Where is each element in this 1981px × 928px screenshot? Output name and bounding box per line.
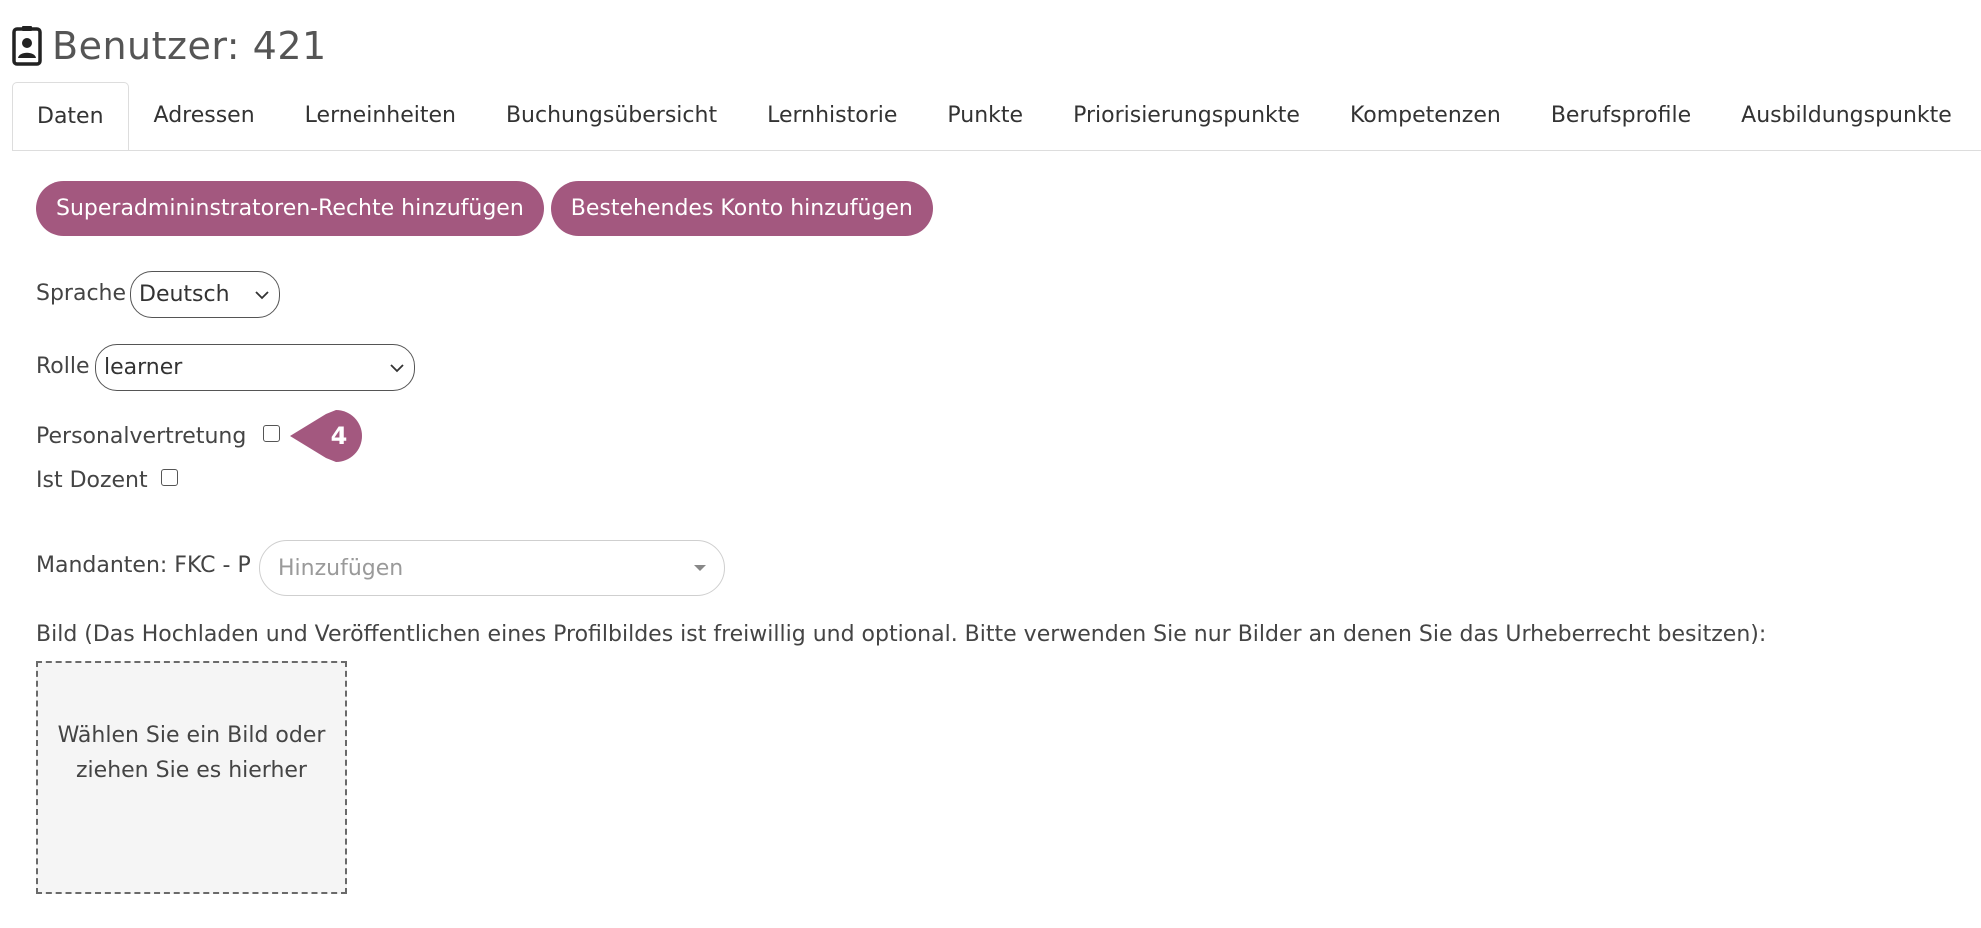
tab-bar: Daten Adressen Lerneinheiten Buchungsübe…: [12, 82, 1981, 151]
staff-representation-label: Personalvertretung: [36, 424, 247, 449]
page-header: Benutzer: 421: [12, 20, 327, 72]
tab-ausbildungspunkte[interactable]: Ausbildungspunkte: [1716, 82, 1977, 148]
role-label: Rolle: [36, 354, 90, 379]
page-title: Benutzer: 421: [52, 24, 327, 68]
tab-buchungsuebersicht[interactable]: Buchungsübersicht: [481, 82, 742, 148]
staff-representation-checkbox[interactable]: [263, 425, 280, 442]
contact-card-icon: [12, 26, 42, 66]
dropzone-text: Wählen Sie ein Bild oder ziehen Sie es h…: [57, 722, 326, 783]
add-superadmin-rights-button[interactable]: Superadmininstratoren-Rechte hinzufügen: [36, 181, 544, 236]
caret-down-icon: [694, 565, 706, 571]
tour-step-badge: 4: [290, 410, 362, 462]
role-select-value: learner: [104, 355, 183, 380]
user-edit-page: Benutzer: 421 Daten Adressen Lerneinheit…: [0, 0, 1981, 928]
clients-label: Mandanten: FKC - P: [36, 553, 251, 578]
tab-daten[interactable]: Daten: [12, 82, 129, 150]
language-label: Sprache: [36, 281, 127, 306]
tour-step-number: 4: [330, 422, 348, 450]
tab-lernhistorie[interactable]: Lernhistorie: [742, 82, 922, 148]
clients-multiselect-placeholder: Hinzufügen: [278, 555, 404, 581]
add-existing-account-button[interactable]: Bestehendes Konto hinzufügen: [550, 181, 933, 236]
lecturer-checkbox[interactable]: [161, 469, 178, 486]
role-select[interactable]: learner: [95, 344, 415, 391]
tab-adressen[interactable]: Adressen: [129, 82, 280, 148]
lecturer-label: Ist Dozent: [36, 468, 148, 493]
tab-priorisierungspunkte[interactable]: Priorisierungspunkte: [1048, 82, 1325, 148]
language-select[interactable]: Deutsch: [130, 271, 280, 318]
tab-punkte[interactable]: Punkte: [922, 82, 1048, 148]
chevron-down-icon: [255, 290, 269, 299]
action-buttons: Superadmininstratoren-Rechte hinzufügen …: [36, 181, 933, 236]
clients-multiselect[interactable]: Hinzufügen: [259, 540, 725, 596]
image-label: Bild (Das Hochladen und Veröffentlichen …: [36, 622, 1767, 647]
tab-kompetenzen[interactable]: Kompetenzen: [1325, 82, 1526, 148]
chevron-down-icon: [390, 363, 404, 372]
tab-lerneinheiten[interactable]: Lerneinheiten: [280, 82, 481, 148]
image-dropzone[interactable]: Wählen Sie ein Bild oder ziehen Sie es h…: [36, 661, 347, 894]
tab-berufsprofile[interactable]: Berufsprofile: [1526, 82, 1716, 148]
language-select-value: Deutsch: [139, 282, 230, 307]
